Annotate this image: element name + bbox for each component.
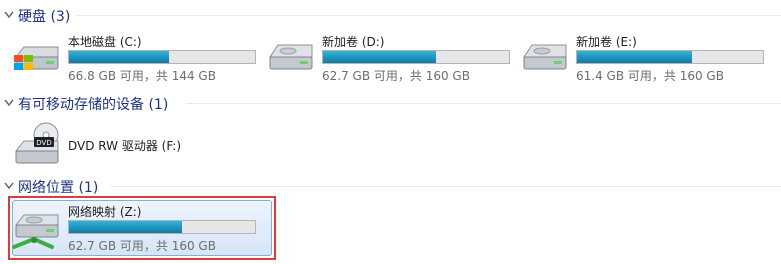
dvd-logo-text: DVD <box>36 139 51 147</box>
drive-name: 网络映射 (Z:) <box>68 205 142 219</box>
drive-name: 本地磁盘 (C:) <box>68 35 142 49</box>
drive-e[interactable]: 新加卷 (E:) 61.4 GB 可用，共 160 GB <box>520 33 770 91</box>
free-space-text: 62.7 GB 可用，共 160 GB <box>68 239 216 253</box>
drive-name: 新加卷 (D:) <box>322 35 385 49</box>
usage-fill <box>69 51 170 63</box>
usage-fill <box>577 51 693 63</box>
collapse-chevron-icon[interactable] <box>4 98 14 108</box>
group-header-network[interactable]: 网络位置 (1) <box>0 176 781 196</box>
drive-name: 新加卷 (E:) <box>576 35 637 49</box>
windows-drive-icon <box>14 46 59 70</box>
group-title: 有可移动存储的设备 (1) <box>18 97 169 113</box>
usage-fill <box>69 221 183 233</box>
hard-drive-icon <box>523 44 567 70</box>
group-title: 网络位置 (1) <box>18 180 99 196</box>
usage-fill <box>323 51 437 63</box>
drive-dvd[interactable]: DVD DVD RW 驱动器 (F:) <box>12 121 262 179</box>
usage-bar <box>68 50 256 64</box>
group-divider <box>110 186 781 187</box>
usage-bar <box>576 50 764 64</box>
hard-drive-icon <box>269 44 313 70</box>
free-space-text: 61.4 GB 可用，共 160 GB <box>576 69 724 83</box>
collapse-chevron-icon[interactable] <box>4 10 14 20</box>
usage-bar <box>68 220 256 234</box>
group-title: 硬盘 (3) <box>18 9 71 25</box>
group-divider <box>186 103 781 104</box>
drive-c[interactable]: 本地磁盘 (C:) 66.8 GB 可用，共 144 GB <box>12 33 262 91</box>
group-header-removable[interactable]: 有可移动存储的设备 (1) <box>0 93 781 113</box>
group-header-hard-disks[interactable]: 硬盘 (3) <box>0 5 781 25</box>
group-divider <box>76 15 781 16</box>
free-space-text: 66.8 GB 可用，共 144 GB <box>68 69 216 83</box>
free-space-text: 62.7 GB 可用，共 160 GB <box>322 69 470 83</box>
network-drive-icon <box>12 214 59 249</box>
drive-network-z[interactable]: 网络映射 (Z:) 62.7 GB 可用，共 160 GB <box>12 203 262 261</box>
drive-d[interactable]: 新加卷 (D:) 62.7 GB 可用，共 160 GB <box>266 33 516 91</box>
usage-bar <box>322 50 510 64</box>
collapse-chevron-icon[interactable] <box>4 181 14 191</box>
dvd-drive-icon: DVD <box>14 122 59 164</box>
drive-name: DVD RW 驱动器 (F:) <box>68 139 182 153</box>
